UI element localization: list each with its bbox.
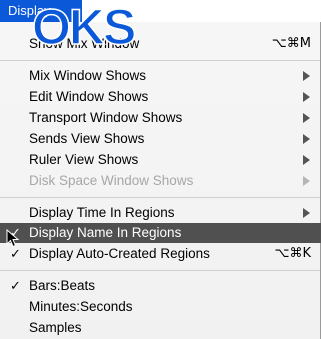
display-menu-dropdown: Show Mix Window ⌥⌘M Mix Window Shows Edi… (0, 22, 321, 339)
menu-item-show-mix-window[interactable]: Show Mix Window ⌥⌘M (0, 33, 321, 55)
checkmark-icon: ✓ (10, 278, 21, 293)
menu-separator (0, 60, 320, 61)
menu-item-label: Edit Window Shows (29, 89, 149, 104)
menu-item-label: Mix Window Shows (29, 68, 147, 83)
shortcut-label: ⌥⌘M (271, 36, 311, 51)
menu-item-label: Transport Window Shows (29, 110, 183, 125)
menu-item-label: Show Mix Window (29, 36, 140, 51)
menu-item-samples[interactable]: Samples (0, 317, 321, 339)
submenu-arrow-icon (303, 176, 310, 186)
menu-item-display-time-in-regions[interactable]: Display Time In Regions (0, 202, 321, 224)
menu-item-label: Samples (29, 320, 82, 335)
submenu-arrow-icon (303, 92, 310, 102)
menu-item-label: Display Time In Regions (29, 205, 175, 220)
submenu-arrow-icon (303, 208, 310, 218)
menu-separator (0, 270, 320, 271)
menu-item-disk-space-window-shows: Disk Space Window Shows (0, 170, 321, 192)
mouse-pointer-icon (6, 229, 20, 248)
menu-item-label: Ruler View Shows (29, 152, 139, 167)
shortcut-label: ⌥⌘K (274, 246, 311, 261)
menu-item-minutes-seconds[interactable]: Minutes:Seconds (0, 296, 321, 318)
menu-item-sends-view-shows[interactable]: Sends View Shows (0, 128, 321, 150)
menu-item-display-auto-created-regions[interactable]: ✓ Display Auto-Created Regions ⌥⌘K (0, 243, 321, 265)
menu-item-bars-beats[interactable]: ✓ Bars:Beats (0, 275, 321, 297)
menu-title-display[interactable]: Display (0, 0, 82, 22)
menu-bar: Display (0, 0, 321, 22)
menu-separator (0, 197, 320, 198)
menu-item-edit-window-shows[interactable]: Edit Window Shows (0, 86, 321, 108)
submenu-arrow-icon (303, 134, 310, 144)
menu-item-display-name-in-regions[interactable]: ✓ Display Name In Regions (0, 223, 321, 243)
submenu-arrow-icon (303, 71, 310, 81)
menu-item-label: Sends View Shows (29, 131, 145, 146)
submenu-arrow-icon (303, 113, 310, 123)
menu-item-label: Display Name In Regions (29, 225, 182, 240)
menu-item-transport-window-shows[interactable]: Transport Window Shows (0, 107, 321, 129)
menu-item-label: Bars:Beats (29, 278, 96, 293)
menu-item-label: Minutes:Seconds (29, 299, 133, 314)
menu-item-ruler-view-shows[interactable]: Ruler View Shows (0, 149, 321, 171)
menu-item-mix-window-shows[interactable]: Mix Window Shows (0, 65, 321, 87)
menu-item-label: Display Auto-Created Regions (29, 246, 210, 261)
submenu-arrow-icon (303, 155, 310, 165)
menu-item-label: Disk Space Window Shows (29, 173, 194, 188)
